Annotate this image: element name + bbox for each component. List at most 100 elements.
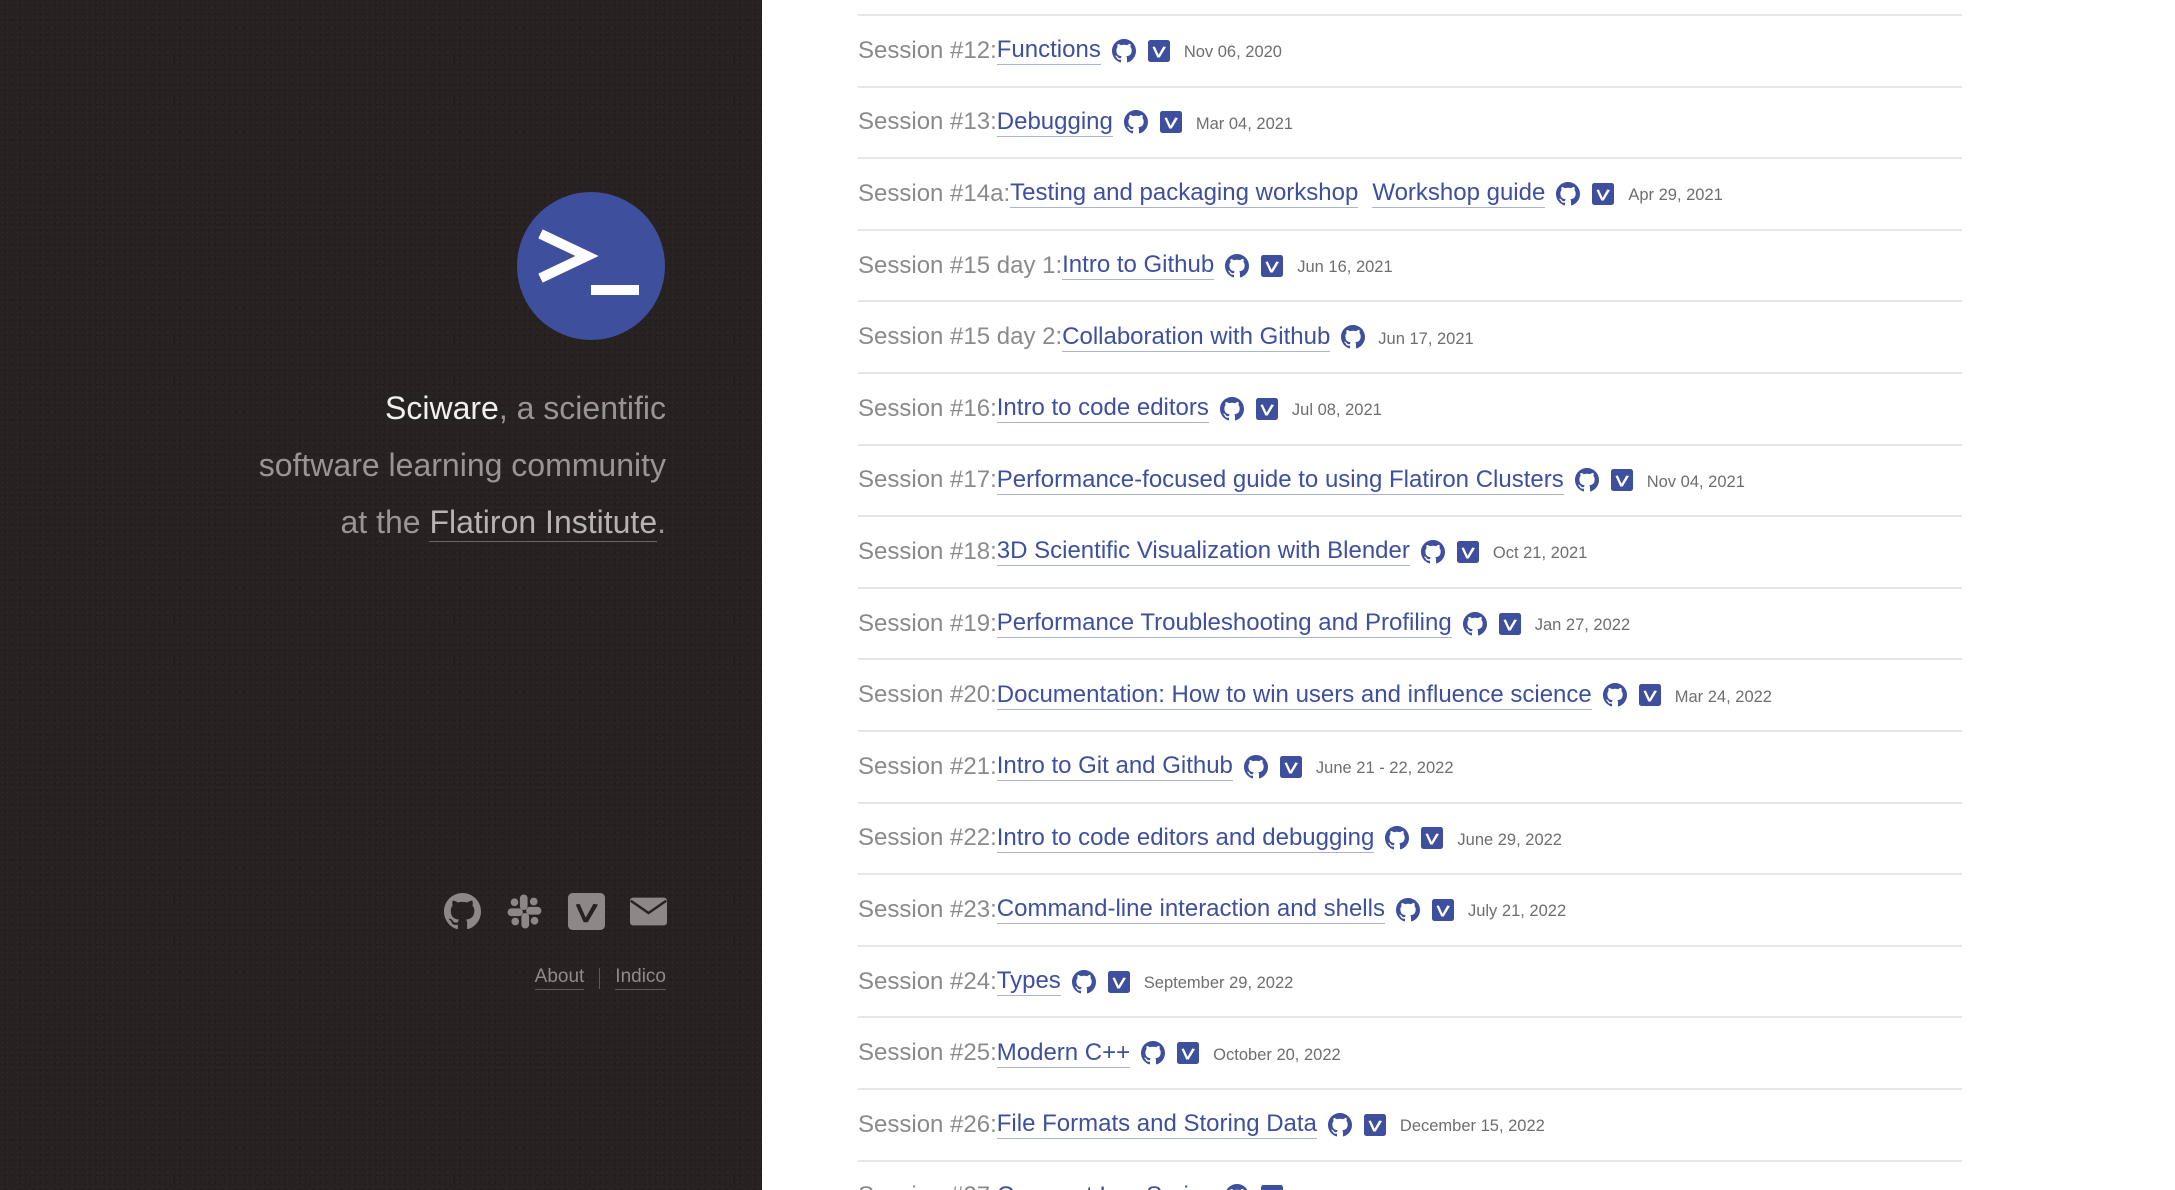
session-item: Session #24: Types September 29, 2022 [858,947,1962,1019]
slack-icon[interactable] [506,893,543,930]
session-title-link[interactable]: Intro to Git and Github [996,752,1233,782]
social-links [444,893,667,930]
github-icon[interactable] [1385,826,1410,850]
session-number: Session #15 day 1: [858,251,1063,279]
session-title-link[interactable]: Modern C++ [996,1039,1131,1068]
vimeo-icon[interactable] [1591,182,1615,206]
github-icon[interactable] [1225,1184,1249,1190]
session-title-link[interactable]: Documentation: How to win users and infl… [996,681,1592,710]
session-item: Session #27: Compact Lua Series [858,1162,1962,1190]
vimeo-icon[interactable] [1456,540,1480,564]
sciware-logo[interactable] [517,192,665,340]
session-date: Nov 06, 2020 [1183,43,1282,62]
github-icon[interactable] [1574,468,1599,492]
session-title-link[interactable]: Performance-focused guide to using Flati… [996,466,1564,495]
session-item: Session #18: 3D Scientific Visualization… [858,517,1962,589]
session-title-link[interactable]: Performance Troubleshooting and Profilin… [996,609,1452,639]
session-number: Session #21: [858,752,997,780]
tagline-text-2: software learning community [258,447,666,483]
vimeo-icon[interactable] [1638,683,1662,707]
github-icon[interactable] [1111,38,1136,63]
session-item: Session #12: Functions Nov 06, 2020 [858,16,1962,88]
tagline-text-3: at the [340,504,430,540]
github-icon[interactable] [1123,110,1148,134]
session-item: Session #20: Documentation: How to win u… [858,660,1962,732]
session-number: Session #17: [858,466,997,494]
session-number: Session #24: [858,967,997,995]
session-title-link[interactable]: Testing and packaging workshop [1010,179,1359,209]
vimeo-icon[interactable] [1176,1041,1200,1065]
about-link[interactable]: About [534,966,585,990]
session-title-link[interactable]: Debugging [996,108,1113,137]
session-number: Session #12: [858,36,997,64]
vimeo-icon[interactable] [568,893,605,930]
github-icon[interactable] [1327,1112,1352,1137]
session-item: Session #14a: Testing and packaging work… [858,159,1962,231]
vimeo-icon[interactable] [1260,254,1284,278]
session-item: Session #21: Intro to Git and Github June… [858,732,1962,804]
session-date: Jun 16, 2021 [1297,258,1393,277]
session-number: Session #23: [858,895,997,923]
vimeo-icon[interactable] [1107,970,1131,994]
vimeo-icon[interactable] [1279,755,1303,779]
vimeo-icon[interactable] [1363,1113,1387,1137]
session-item: Session #23: Command-line interaction an… [858,875,1962,947]
session-title-link[interactable]: Types [996,967,1061,997]
github-icon[interactable] [1071,969,1096,994]
session-number: Session #19: [858,609,997,637]
session-date: Mar 24, 2022 [1674,687,1772,706]
vimeo-icon[interactable] [1159,110,1183,134]
session-title-link[interactable]: Functions [996,36,1101,66]
github-icon[interactable] [1462,611,1487,636]
github-icon[interactable] [1141,1041,1166,1065]
github-icon[interactable] [1341,325,1366,349]
session-title-link[interactable]: File Formats and Storing Data [996,1110,1317,1140]
session-extra-link[interactable]: Workshop guide [1372,179,1546,209]
github-icon[interactable] [1243,754,1268,779]
session-date: Nov 04, 2021 [1646,472,1745,491]
session-date: October 20, 2022 [1213,1045,1341,1064]
github-icon[interactable] [1556,181,1581,206]
session-number: Session #25: [858,1039,997,1067]
brand-name: Sciware [385,390,499,426]
session-title-link[interactable]: Intro to code editors [996,394,1209,424]
vimeo-icon[interactable] [1431,898,1455,922]
session-title-link[interactable]: Collaboration with Github [1062,323,1331,352]
session-date: Jun 17, 2021 [1378,329,1474,348]
session-date: July 21, 2022 [1467,902,1567,921]
vimeo-icon[interactable] [1255,397,1279,421]
email-icon[interactable] [630,893,667,930]
github-icon[interactable] [1395,897,1420,922]
session-title-link[interactable]: Intro to code editors and debugging [996,824,1375,853]
indico-link[interactable]: Indico [615,966,666,990]
session-title-link[interactable]: Intro to Github [1062,251,1215,281]
vimeo-icon[interactable] [1610,468,1634,492]
github-icon[interactable] [1420,539,1445,564]
session-title-link[interactable]: 3D Scientific Visualization with Blender [996,537,1410,567]
vimeo-icon[interactable] [1260,1184,1284,1190]
vimeo-icon[interactable] [1420,826,1444,850]
github-icon[interactable] [444,893,481,930]
terminal-prompt-icon [538,229,639,295]
session-date: September 29, 2022 [1143,974,1294,993]
flatiron-institute-link[interactable]: Flatiron Institute [429,504,658,542]
session-title-link[interactable]: Command-line interaction and shells [996,895,1385,925]
main-content: Session #12: Functions Nov 06, 2020 Sessio… [762,0,2175,1190]
github-icon[interactable] [1602,683,1627,707]
github-icon[interactable] [1225,253,1250,278]
session-item: Session #15 day 1: Intro to Github Jun 16… [858,231,1962,303]
session-list: Session #12: Functions Nov 06, 2020 Sessio… [858,14,1962,1190]
session-item: Session #19: Performance Troubleshooting… [858,589,1962,661]
session-item: Session #13: Debugging Mar 04, 2021 [858,88,1962,160]
session-item: Session #25: Modern C++ October 20, 2022 [858,1018,1962,1090]
session-number: Session #13: [858,108,997,136]
session-title-link[interactable]: Compact Lua Series [997,1182,1214,1190]
session-date: Apr 29, 2021 [1628,186,1723,205]
vimeo-icon[interactable] [1498,612,1522,636]
session-date: Oct 21, 2021 [1492,544,1588,563]
session-number: Session #18: [858,537,997,565]
session-number: Session #14a: [858,179,1011,207]
session-date: December 15, 2022 [1399,1117,1545,1136]
vimeo-icon[interactable] [1147,39,1171,63]
github-icon[interactable] [1219,396,1244,421]
